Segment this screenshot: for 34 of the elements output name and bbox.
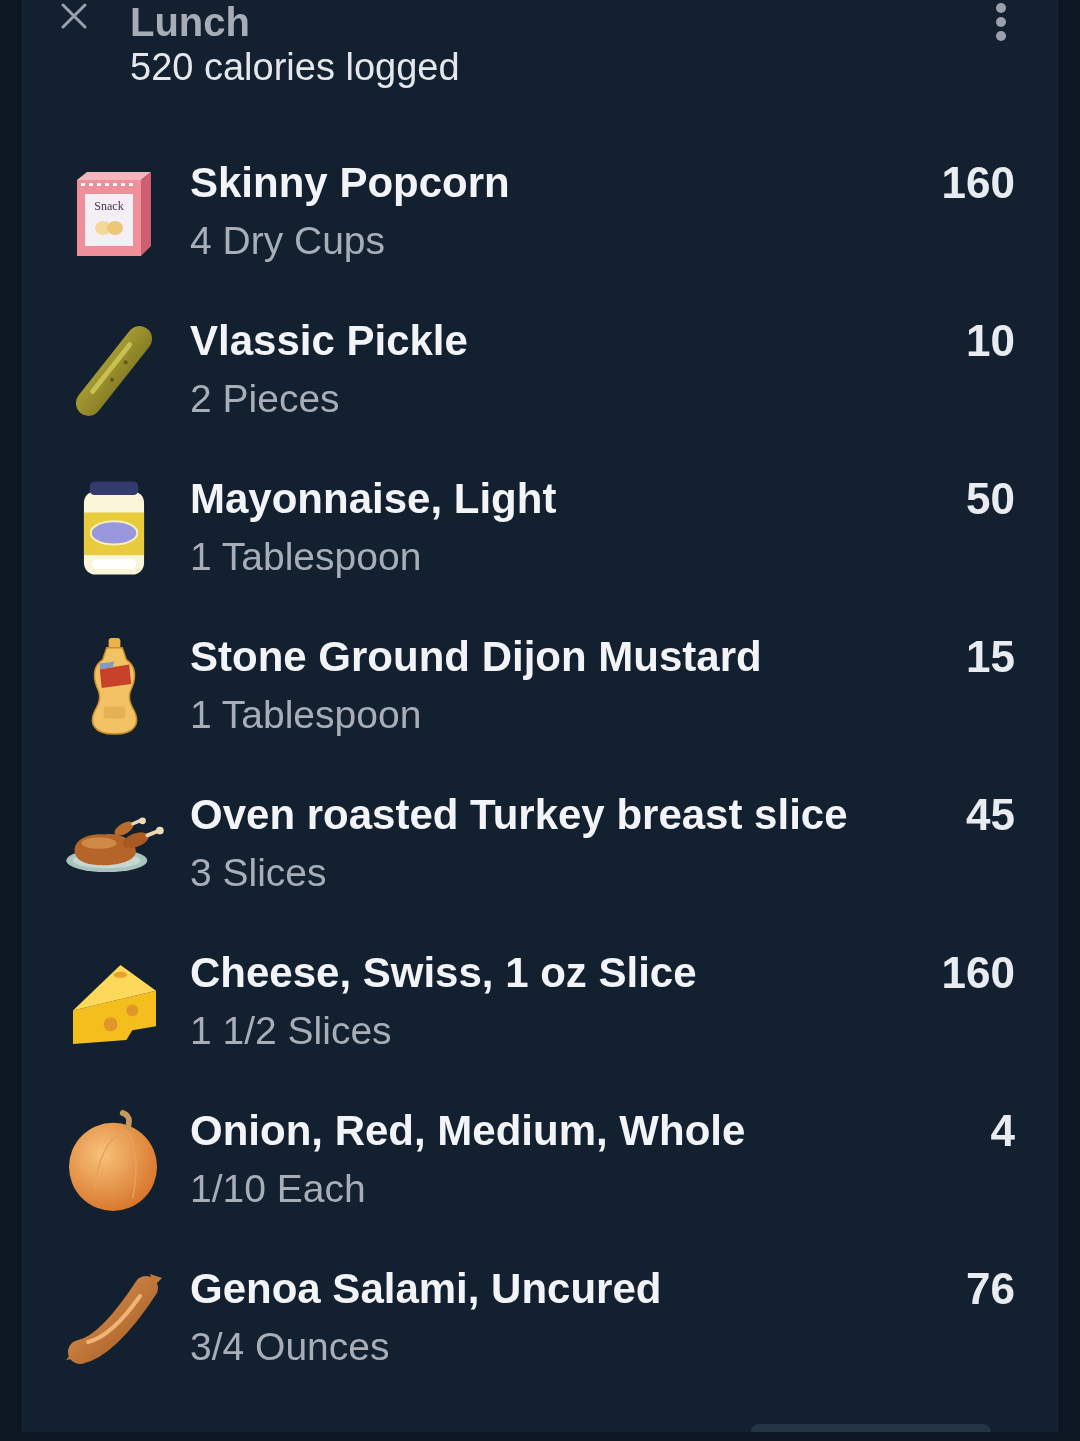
close-icon[interactable] [60,2,88,30]
snack-box-icon [77,172,151,256]
food-name: Mayonnaise, Light [190,474,558,524]
calorie-count: 15 [966,631,1015,683]
calorie-count: 50 [966,473,1015,525]
calorie-count: 45 [966,789,1015,841]
serving-size: 2 Pieces [190,376,341,422]
onion-icon [68,1110,160,1212]
serving-size: 4 Dry Cups [190,218,387,264]
meal-title: Lunch [130,0,251,44]
sausage-icon [64,1272,164,1366]
calorie-count: 10 [966,315,1015,367]
food-name: Cheese, Swiss, 1 oz Slice [190,948,698,998]
more-options-icon[interactable] [995,2,1007,42]
food-name: Vlassic Pickle [190,316,469,366]
calorie-count: 160 [941,157,1015,209]
serving-size: 1 Tablespoon [190,534,423,580]
pickle-icon [73,323,155,419]
mayonnaise-jar-icon [82,481,146,577]
box-label-text: Snack [94,199,124,213]
food-name: Oven roasted Turkey breast slice [190,790,849,840]
serving-size: 3 Slices [190,850,328,896]
food-name: Genoa Salami, Uncured [190,1264,663,1314]
calories-summary: 520 calories logged [130,45,461,90]
calorie-count: 160 [941,947,1015,999]
calorie-count: 76 [966,1263,1015,1315]
serving-size: 1 1/2 Slices [190,1008,393,1054]
serving-size: 3/4 Ounces [190,1324,391,1370]
food-name: Skinny Popcorn [190,158,511,208]
serving-size: 1/10 Each [190,1166,367,1212]
food-name: Onion, Red, Medium, Whole [190,1106,747,1156]
food-name: Stone Ground Dijon Mustard [190,632,763,682]
calorie-count: 4 [990,1105,1015,1157]
serving-size: 1 Tablespoon [190,692,423,738]
